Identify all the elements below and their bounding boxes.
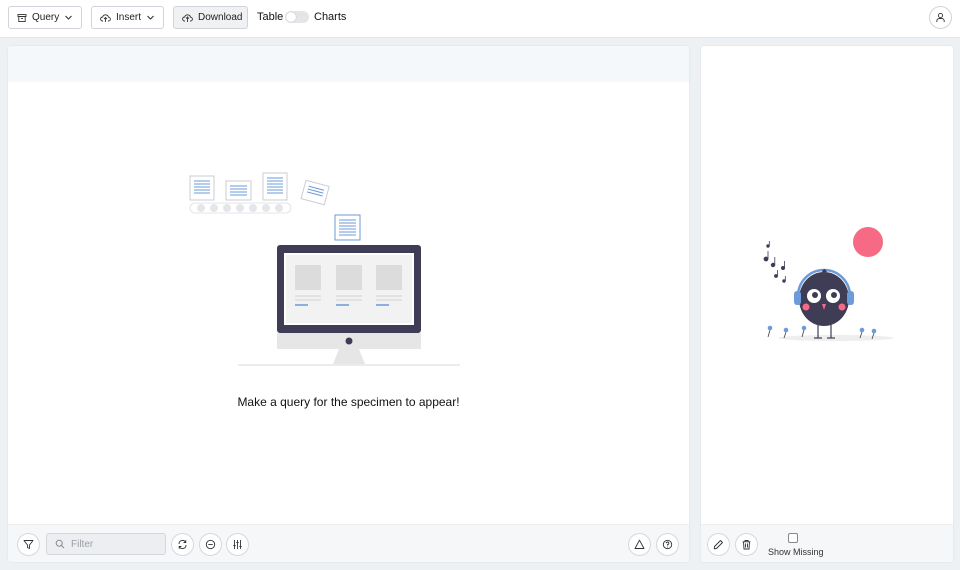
detail-panel: Show Missing (701, 46, 953, 562)
view-toggle-switch[interactable] (285, 11, 309, 23)
detail-panel-footer: Show Missing (701, 524, 953, 562)
user-menu-button[interactable] (929, 6, 952, 29)
user-icon (936, 12, 945, 22)
show-missing-checkbox[interactable] (788, 533, 798, 543)
help-icon (662, 539, 673, 550)
download-cloud-icon (182, 13, 193, 22)
search-icon (55, 539, 65, 549)
funnel-icon (23, 540, 34, 549)
charts-view-label: Charts (314, 11, 347, 23)
document-icon (262, 172, 288, 201)
sliders-icon (233, 540, 242, 549)
remove-button[interactable] (199, 533, 222, 556)
empty-state-illustration (189, 172, 460, 366)
archive-icon (17, 13, 27, 22)
document-icon (300, 179, 330, 206)
filter-toggle-button[interactable] (17, 533, 40, 556)
warning-icon (634, 539, 645, 549)
adjust-settings-button[interactable] (226, 533, 249, 556)
help-button[interactable] (656, 533, 679, 556)
insert-button-label: Insert (116, 12, 142, 23)
edit-button[interactable] (707, 533, 730, 556)
filter-input[interactable] (71, 538, 161, 550)
document-icon (189, 175, 215, 201)
specimen-panel: Make a query for the specimen to appear! (8, 46, 689, 562)
table-view-label: Table (257, 11, 284, 23)
sun-circle (853, 227, 883, 257)
chevron-down-icon (147, 15, 154, 20)
filter-field[interactable] (46, 533, 166, 555)
bird-illustration (763, 227, 894, 341)
insert-button[interactable]: Insert (91, 6, 164, 29)
toggle-knob (286, 12, 296, 22)
trash-icon (742, 540, 751, 550)
upload-cloud-icon (100, 13, 111, 22)
top-toolbar: Query Insert Download Table Charts (0, 0, 960, 38)
document-icon (225, 180, 252, 201)
refresh-icon (178, 539, 187, 550)
specimen-panel-header (8, 46, 689, 82)
empty-state-message: Make a query for the specimen to appear! (237, 395, 460, 409)
monitor-illustration (238, 245, 460, 366)
delete-button[interactable] (735, 533, 758, 556)
download-button[interactable]: Download (173, 6, 248, 29)
document-icon (334, 214, 361, 241)
chevron-down-icon (65, 15, 73, 20)
warnings-button[interactable] (628, 533, 651, 556)
music-notes (763, 241, 786, 283)
conveyor-belt (189, 202, 292, 214)
query-button[interactable]: Query (8, 6, 82, 29)
show-missing-label: Show Missing (768, 547, 824, 557)
specimen-panel-footer (8, 524, 689, 562)
minus-circle-icon (205, 539, 216, 550)
download-button-label: Download (198, 12, 243, 23)
pencil-icon (713, 540, 723, 550)
refresh-button[interactable] (171, 533, 194, 556)
query-button-label: Query (32, 12, 60, 23)
